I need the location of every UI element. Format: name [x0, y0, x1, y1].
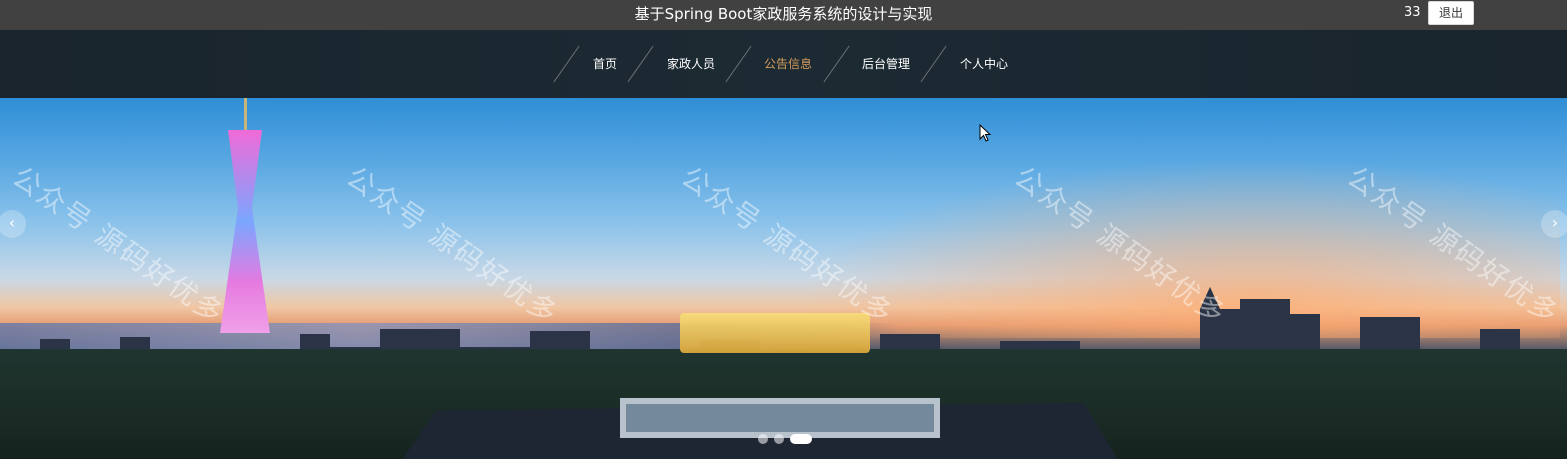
- carousel-next-button[interactable]: ›: [1541, 210, 1567, 238]
- nav-item-admin[interactable]: 后台管理: [855, 50, 917, 78]
- nav-item-home[interactable]: 首页: [585, 50, 625, 78]
- nav-divider: [627, 45, 654, 83]
- nav-item-profile[interactable]: 个人中心: [953, 50, 1015, 78]
- stadium-lights: [680, 313, 870, 353]
- mouse-cursor-icon: [979, 124, 992, 142]
- nav-divider: [823, 45, 850, 83]
- carousel-dot-2[interactable]: [774, 434, 784, 444]
- carousel-dot-3[interactable]: [790, 434, 812, 444]
- top-bar: 基于Spring Boot家政服务系统的设计与实现 33 退出: [0, 0, 1567, 30]
- page-title: 基于Spring Boot家政服务系统的设计与实现: [634, 5, 933, 23]
- nav-divider: [920, 45, 947, 83]
- username-label: 33: [1404, 5, 1421, 20]
- main-nav: 首页 家政人员 公告信息 后台管理 个人中心: [0, 30, 1567, 98]
- building-roof: [620, 398, 940, 438]
- nav-item-announcements[interactable]: 公告信息: [757, 50, 819, 78]
- nav-divider: [553, 45, 580, 83]
- chevron-left-icon: ‹: [8, 213, 16, 232]
- carousel-dot-1[interactable]: [758, 434, 768, 444]
- nav-divider: [725, 45, 752, 83]
- nav-item-housekeepers[interactable]: 家政人员: [660, 50, 722, 78]
- carousel-prev-button[interactable]: ‹: [0, 210, 26, 238]
- logout-button[interactable]: 退出: [1428, 1, 1474, 25]
- chevron-right-icon: ›: [1551, 213, 1559, 232]
- banner-carousel: 公众号 源码好优多 公众号 源码好优多 公众号 源码好优多 公众号 源码好优多 …: [0, 98, 1567, 459]
